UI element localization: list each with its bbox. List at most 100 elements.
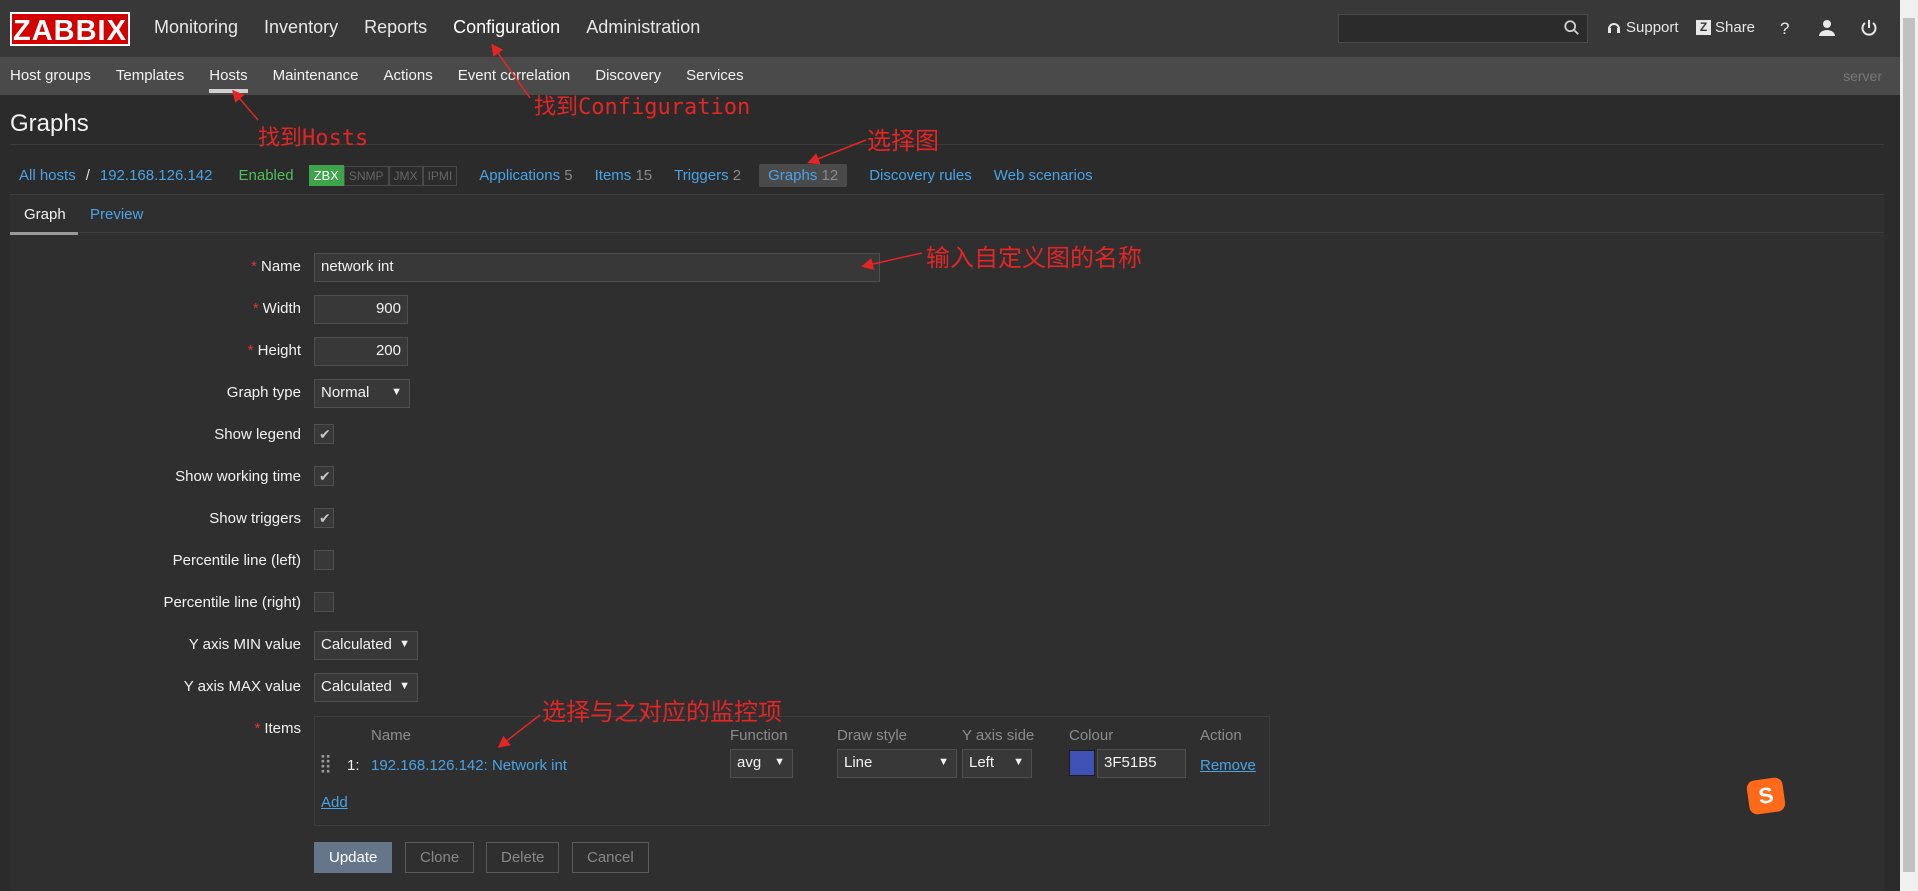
drag-handle-icon[interactable]: ⣿: [319, 753, 332, 774]
column-header-colour: Colour: [1069, 727, 1114, 744]
ipmi-badge: IPMI: [422, 165, 458, 186]
scrollbar-thumb[interactable]: [1903, 18, 1915, 872]
configuration-subnav: Host groups Templates Hosts Maintenance …: [0, 57, 1900, 95]
discovery-rules-link[interactable]: Discovery rules: [869, 167, 972, 184]
host-breadcrumb: All hosts / 192.168.126.142 Enabled ZBX …: [19, 164, 1093, 187]
draw-style-select[interactable]: Line ▼: [837, 749, 957, 778]
percentile-left-checkbox[interactable]: [314, 550, 334, 570]
required-mark: *: [254, 720, 261, 737]
items-label: Items: [594, 167, 632, 184]
y-axis-min-value: Calculated: [321, 636, 392, 653]
column-header-draw-style: Draw style: [837, 727, 908, 744]
show-working-time-label: Show working time: [175, 468, 301, 485]
subnav-templates[interactable]: Templates: [116, 67, 184, 84]
nav-monitoring[interactable]: Monitoring: [154, 17, 238, 38]
tab-preview[interactable]: Preview: [90, 206, 143, 223]
y-axis-max-select[interactable]: Calculated ▼: [314, 673, 418, 702]
items-link[interactable]: Items 15: [595, 167, 653, 184]
host-status[interactable]: Enabled: [239, 167, 294, 184]
share-link[interactable]: Z Share: [1696, 19, 1755, 36]
nav-inventory[interactable]: Inventory: [264, 17, 338, 38]
nav-reports[interactable]: Reports: [364, 17, 427, 38]
graphs-count: 12: [821, 167, 839, 184]
y-axis-side-select[interactable]: Left ▼: [962, 749, 1032, 778]
zabbix-logo[interactable]: ZABBIX: [10, 12, 130, 47]
triggers-link[interactable]: Triggers 2: [674, 167, 741, 184]
web-scenarios-link[interactable]: Web scenarios: [994, 167, 1093, 184]
all-hosts-link[interactable]: All hosts: [19, 167, 76, 184]
items-count: 15: [635, 167, 653, 184]
width-input[interactable]: 900: [314, 295, 408, 324]
applications-link[interactable]: Applications 5: [479, 167, 572, 184]
page-title: Graphs: [10, 110, 89, 137]
cancel-button[interactable]: Cancel: [572, 842, 649, 873]
percentile-right-label: Percentile line (right): [163, 594, 301, 611]
show-triggers-checkbox[interactable]: ✔: [314, 508, 334, 528]
dropdown-arrow-icon: ▼: [391, 386, 402, 398]
item-name-link[interactable]: 192.168.126.142: Network int: [371, 757, 567, 774]
triggers-count: 2: [732, 167, 742, 184]
subnav-services[interactable]: Services: [686, 67, 744, 84]
graph-type-select[interactable]: Normal ▼: [314, 379, 410, 408]
name-label: * Name: [251, 258, 301, 275]
height-label-text: Height: [257, 342, 301, 359]
delete-button[interactable]: Delete: [486, 842, 560, 873]
required-mark: *: [251, 258, 257, 275]
colour-swatch[interactable]: [1069, 750, 1095, 776]
subnav-event-correlation[interactable]: Event correlation: [458, 67, 571, 84]
show-triggers-label: Show triggers: [209, 510, 301, 527]
breadcrumb-separator: /: [85, 167, 90, 184]
dropdown-arrow-icon: ▼: [938, 756, 949, 768]
annotation-find-configuration: 找到Configuration: [534, 95, 751, 120]
name-input[interactable]: network int: [314, 253, 880, 282]
items-label-text: Items: [264, 720, 301, 737]
checkmark-icon: ✔: [319, 426, 331, 442]
remove-item-link[interactable]: Remove: [1200, 757, 1256, 774]
dropdown-arrow-icon: ▼: [774, 756, 785, 768]
y-axis-side-value: Left: [969, 754, 995, 771]
ime-floating-icon[interactable]: S: [1745, 776, 1787, 816]
top-bar: ZABBIX Monitoring Inventory Reports Conf…: [0, 0, 1900, 57]
dropdown-arrow-icon: ▼: [1013, 756, 1024, 768]
snmp-badge: SNMP: [343, 165, 389, 186]
subnav-actions[interactable]: Actions: [384, 67, 433, 84]
column-header-name: Name: [371, 727, 412, 744]
triggers-label: Triggers: [674, 167, 729, 184]
graph-type-value: Normal: [321, 384, 370, 401]
column-header-action: Action: [1200, 727, 1242, 744]
search-input[interactable]: [1338, 14, 1588, 43]
subnav-host-groups[interactable]: Host groups: [10, 67, 91, 84]
tab-graph[interactable]: Graph: [10, 206, 78, 235]
host-link[interactable]: 192.168.126.142: [100, 167, 213, 184]
percentile-right-checkbox[interactable]: [314, 592, 334, 612]
user-profile-icon[interactable]: [1818, 19, 1836, 37]
update-button[interactable]: Update: [314, 842, 393, 873]
server-name: server: [1843, 68, 1882, 84]
height-input[interactable]: 200: [314, 337, 408, 366]
nav-configuration[interactable]: Configuration: [453, 17, 560, 38]
subnav-maintenance[interactable]: Maintenance: [273, 67, 359, 84]
graphs-link[interactable]: Graphs 12: [759, 164, 848, 187]
width-label-text: Width: [262, 300, 301, 317]
help-icon[interactable]: ?: [1780, 19, 1789, 39]
add-item-link[interactable]: Add: [321, 794, 348, 811]
y-axis-min-label: Y axis MIN value: [188, 636, 301, 653]
main-nav: Monitoring Inventory Reports Configurati…: [154, 17, 726, 38]
y-axis-min-select[interactable]: Calculated ▼: [314, 631, 418, 660]
support-link[interactable]: Support: [1606, 19, 1679, 36]
subnav-hosts[interactable]: Hosts: [209, 67, 248, 93]
applications-label: Applications: [479, 167, 561, 184]
nav-administration[interactable]: Administration: [586, 17, 700, 38]
height-label: * Height: [248, 342, 301, 359]
logout-icon[interactable]: [1860, 19, 1878, 37]
colour-input[interactable]: 3F51B5: [1097, 749, 1186, 778]
column-header-function: Function: [730, 727, 788, 744]
clone-button[interactable]: Clone: [405, 842, 475, 873]
show-legend-checkbox[interactable]: ✔: [314, 424, 334, 444]
column-header-y-axis-side: Y axis side: [962, 727, 1035, 744]
search-icon[interactable]: [1563, 19, 1581, 37]
arrow-hosts: [232, 89, 259, 121]
function-select[interactable]: avg ▼: [730, 749, 793, 778]
show-working-time-checkbox[interactable]: ✔: [314, 466, 334, 486]
subnav-discovery[interactable]: Discovery: [595, 67, 661, 84]
